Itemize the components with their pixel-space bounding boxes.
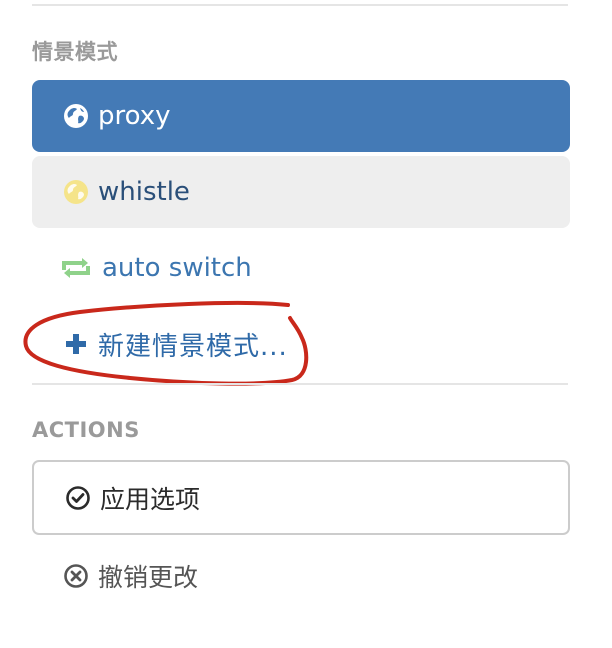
discard-changes-label: 撤销更改 [98, 562, 199, 592]
times-circle-icon [62, 562, 90, 590]
actions-section-header: ACTIONS [32, 418, 140, 442]
check-circle-icon [64, 484, 92, 512]
profiles-section-header: 情景模式 [32, 40, 118, 64]
retweet-icon [58, 254, 94, 282]
globe-icon [62, 102, 90, 130]
globe-icon [62, 178, 90, 206]
profile-item-label: auto switch [102, 253, 252, 283]
new-profile-button[interactable]: 新建情景模式... [32, 308, 570, 380]
new-profile-label: 新建情景模式... [98, 331, 288, 362]
profile-item-label: proxy [98, 101, 171, 131]
profile-item-proxy[interactable]: proxy [32, 80, 570, 152]
options-sidebar: 情景模式 proxy whistle auto switch 新建情景模式...… [0, 0, 612, 648]
apply-options-label: 应用选项 [100, 484, 201, 514]
middle-divider [32, 383, 568, 385]
apply-options-button[interactable]: 应用选项 [32, 460, 570, 535]
plus-icon [62, 330, 90, 358]
profile-item-whistle[interactable]: whistle [32, 156, 570, 228]
discard-changes-button[interactable]: 撤销更改 [32, 538, 570, 613]
profile-item-label: whistle [98, 177, 190, 207]
top-divider [32, 4, 568, 6]
profile-item-auto-switch[interactable]: auto switch [32, 232, 570, 304]
